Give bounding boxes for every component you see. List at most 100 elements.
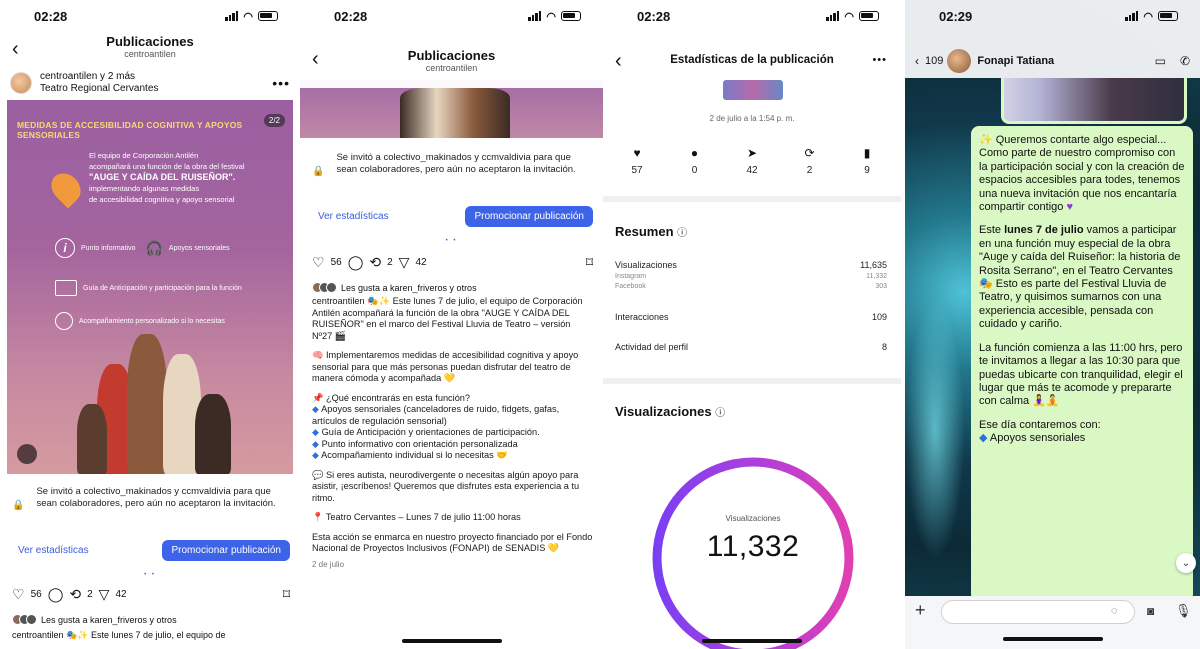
signal-icon (826, 11, 840, 21)
share-icon[interactable]: ▽ (399, 254, 410, 271)
post-actions: ♡ 56 ◯ ⟲ 2 ▽ 42 ⌑ (312, 254, 593, 271)
back-chevron-icon[interactable]: ‹ (915, 54, 919, 68)
post-caption: centroantilen 🎭✨ Este lunes 7 de julio, … (312, 296, 593, 570)
diamond-icon: ◆ (312, 450, 322, 460)
summary-views-row[interactable]: Visualizaciones 11,635 (615, 260, 887, 270)
engagement-metrics: ♥ 57 ● 0 ➤ 42 ⟳ 2 ▮ 9 (617, 146, 887, 176)
caption-measures: 🧠 Implementaremos medidas de accesibilid… (312, 350, 579, 383)
tagged-user-icon[interactable] (17, 444, 37, 464)
caption-funding: Esta acción se enmarca en nuestro proyec… (312, 531, 593, 554)
message-composer: + ◌ ◙ 🎙 (905, 596, 1200, 649)
battery-icon (859, 11, 879, 21)
phone-whatsapp-chat: 02:29 ◠ ‹ 109 Fonapi Tatiana ▭ ✆ ✨ Quere… (905, 0, 1200, 649)
more-options-icon[interactable]: ••• (272, 75, 290, 91)
page-subtitle: centroantilen (425, 63, 478, 73)
likes-summary[interactable]: Les gusta a karen_friveros y otros (12, 614, 290, 625)
caption-feature-item: ◆ Acompañamiento individual si lo necesi… (312, 450, 508, 460)
message-input[interactable] (941, 600, 1135, 624)
purple-heart-icon: ♥ (1066, 201, 1073, 214)
poster-heading: MEDIDAS DE ACCESIBILIDAD COGNITIVA Y APO… (17, 120, 243, 140)
post-thumbnail[interactable] (723, 80, 783, 100)
info-icon[interactable]: ⓘ (715, 408, 725, 419)
likes-summary[interactable]: Les gusta a karen_friveros y otros (312, 282, 593, 293)
plus-icon[interactable]: + (915, 600, 926, 621)
battery-icon (258, 11, 278, 21)
phone-post-caption: 02:28 ◠ ‹ Publicaciones centroantilen 🔒 … (300, 0, 603, 649)
comment-icon[interactable]: ◯ (48, 586, 64, 603)
caption-features-title: 📌 ¿Qué encontrarás en esta función? (312, 392, 471, 403)
signal-icon (1125, 11, 1139, 21)
metric-shares: ➤ 42 (732, 146, 772, 176)
view-stats-link[interactable]: Ver estadísticas (18, 545, 89, 556)
lock-icon: 🔒 (12, 500, 25, 511)
message-paragraph: La función comienza a las 11:00 hrs, per… (979, 341, 1183, 408)
post-location[interactable]: Teatro Regional Cervantes (40, 83, 158, 95)
like-icon[interactable]: ♡ (12, 586, 25, 603)
message-bubble: ✨ Queremos contarte algo especial... Com… (971, 126, 1193, 602)
info-icon[interactable]: ⓘ (677, 228, 687, 239)
repost-icon[interactable]: ⟲ (369, 254, 381, 271)
headphones-icon: 🎧 (145, 239, 163, 256)
battery-icon (561, 11, 581, 21)
summary-interactions-row[interactable]: Interacciones 109 (615, 312, 887, 322)
comment-icon[interactable]: ◯ (348, 254, 364, 271)
video-call-icon[interactable]: ▭ (1155, 54, 1166, 68)
post-datetime: 2 de julio a la 1:54 p. m. (709, 114, 795, 123)
avatar[interactable] (947, 49, 972, 73)
divider (603, 378, 901, 384)
home-indicator (401, 639, 502, 643)
post-actions: ♡ 56 ◯ ⟲ 2 ▽ 42 ⌑ (12, 586, 290, 603)
message-paragraph: Este lunes 7 de julio vamos a participar… (979, 224, 1181, 331)
phone-post-insights: 02:28 ◠ ‹ Estadísticas de la publicación… (603, 0, 901, 649)
back-chevron-icon[interactable]: ‹ (12, 38, 19, 61)
scroll-down-button[interactable]: ⌄ (1176, 553, 1196, 573)
phone-call-icon[interactable]: ✆ (1180, 54, 1190, 68)
heart-icon: ♥ (633, 146, 641, 160)
wifi-icon: ◠ (546, 10, 556, 23)
status-time: 02:28 (34, 8, 68, 24)
camera-icon[interactable]: ◙ (1147, 604, 1154, 618)
status-bar: 02:28 ◠ (603, 6, 901, 26)
post-image-cropped[interactable] (300, 80, 603, 138)
author-name[interactable]: centroantilen y 2 más (40, 71, 158, 83)
liker-avatars (12, 614, 37, 625)
back-chevron-icon[interactable]: ‹ (615, 50, 622, 73)
carousel-dots: • • (144, 572, 156, 578)
guide-book-icon (55, 280, 77, 296)
page-subtitle: centroantilen (124, 49, 176, 59)
sticker-icon[interactable]: ◌ (1111, 605, 1118, 617)
microphone-icon[interactable]: 🎙 (1175, 603, 1192, 619)
liker-avatars (312, 282, 337, 293)
infinity-map-pin-icon (45, 167, 87, 209)
page-title: Publicaciones (407, 48, 496, 63)
repost-icon[interactable]: ⟲ (69, 586, 81, 603)
message-list-item: ◆ Apoyos sensoriales (979, 432, 1086, 445)
caption-feature-item: ◆ Punto informativo con orientación pers… (312, 438, 518, 449)
bookmark-icon[interactable]: ⌑ (283, 586, 290, 603)
like-icon[interactable]: ♡ (312, 254, 325, 271)
shared-image-message[interactable] (1001, 78, 1187, 124)
post-date: 2 de julio (312, 559, 345, 569)
post-image[interactable]: MEDIDAS DE ACCESIBILIDAD COGNITIVA Y APO… (7, 100, 293, 474)
chat-header: ‹ 109 Fonapi Tatiana ▭ ✆ (905, 44, 1200, 78)
back-chevron-icon[interactable]: ‹ (312, 48, 319, 71)
view-stats-link[interactable]: Ver estadísticas (318, 211, 389, 222)
promote-post-button[interactable]: Promocionar publicación (162, 540, 290, 561)
promote-post-button[interactable]: Promocionar publicación (465, 206, 593, 227)
summary-profile-activity-row[interactable]: Actividad del perfil 8 (615, 342, 887, 352)
status-time: 02:28 (637, 8, 671, 24)
share-icon[interactable]: ▽ (99, 586, 110, 603)
avatar[interactable] (10, 72, 32, 94)
collab-invite-notice: 🔒 Se invitó a colectivo_makinados y ccmv… (12, 486, 276, 511)
unread-count[interactable]: 109 (925, 55, 943, 67)
caption-intro: centroantilen 🎭✨ Este lunes 7 de julio, … (312, 296, 583, 341)
status-bar: 02:28 ◠ (0, 6, 300, 26)
info-icon: i (55, 238, 75, 258)
lock-icon: 🔒 (312, 166, 325, 177)
signal-icon (225, 11, 239, 21)
contact-name[interactable]: Fonapi Tatiana (977, 55, 1054, 67)
nav-bar: ‹ Estadísticas de la publicación ••• (603, 50, 901, 84)
bookmark-icon[interactable]: ⌑ (586, 254, 593, 271)
more-options-icon[interactable]: ••• (872, 54, 887, 66)
diamond-icon: ◆ (312, 404, 322, 414)
